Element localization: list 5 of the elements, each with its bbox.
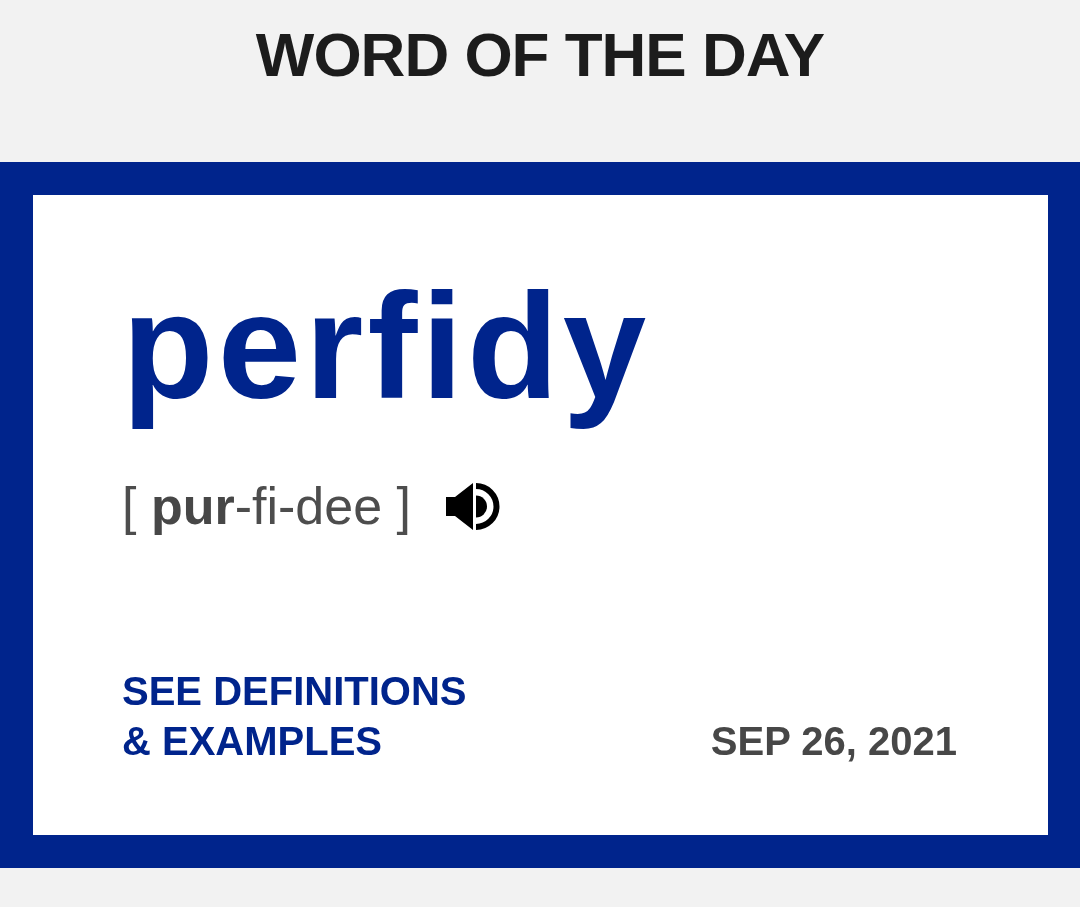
- pronunciation-text: [ pur-fi-dee ]: [122, 477, 411, 535]
- page-title: WORD OF THE DAY: [255, 24, 825, 86]
- featured-word: perfidy: [122, 261, 651, 432]
- date-text: SEP 26, 2021: [710, 718, 957, 765]
- definitions-link[interactable]: SEE DEFINITIONS & EXAMPLES: [122, 666, 482, 766]
